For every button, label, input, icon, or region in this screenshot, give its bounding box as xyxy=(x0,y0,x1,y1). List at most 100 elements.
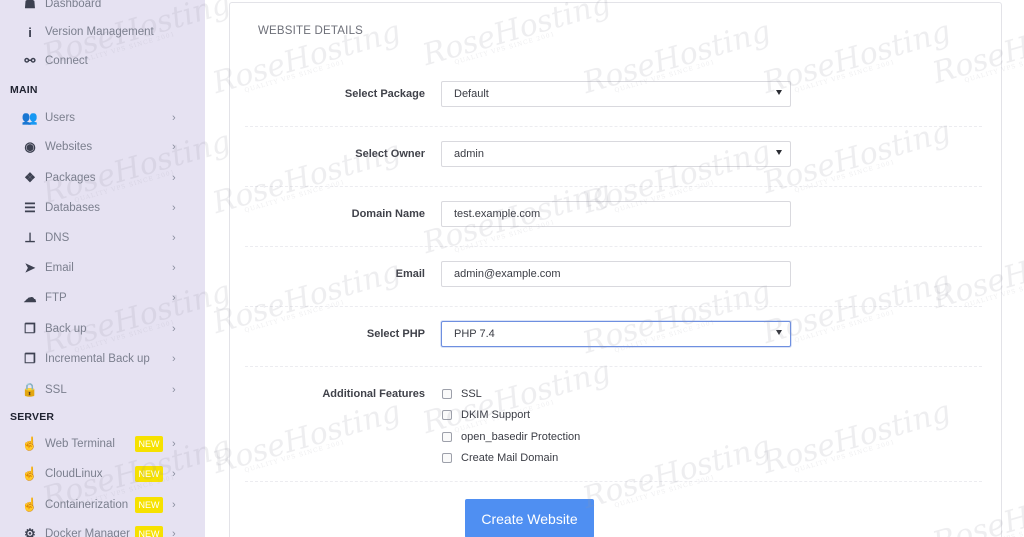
feature-mail-domain[interactable]: Create Mail Domain xyxy=(442,452,558,464)
section-heading-main: MAIN xyxy=(10,84,38,96)
main-content: WEBSITE DETAILS Select Package Default S… xyxy=(205,0,1024,537)
info-icon: i xyxy=(28,24,32,40)
php-label: Select PHP xyxy=(366,328,425,340)
sidebar-item-backup[interactable]: ❐ Back up › xyxy=(0,317,205,341)
sidebar-item-email[interactable]: ➤ Email › xyxy=(0,256,205,280)
sidebar-item-label: DNS xyxy=(45,232,70,244)
sidebar-item-ftp[interactable]: ☁ FTP › xyxy=(0,286,205,310)
sidebar-item-containerization[interactable]: ☝ Containerization NEW › xyxy=(0,493,205,517)
sidebar-item-version-management[interactable]: i Version Management xyxy=(0,20,205,44)
sidebar-item-packages[interactable]: ❖ Packages › xyxy=(0,166,205,190)
chevron-right-icon: › xyxy=(172,232,176,244)
mail-domain-checkbox[interactable] xyxy=(442,453,452,463)
globe-icon: ◉ xyxy=(24,139,36,154)
domain-value: test.example.com xyxy=(454,208,541,220)
features-label: Additional Features xyxy=(322,388,425,400)
sidebar-item-label: Docker Manager xyxy=(45,528,131,537)
package-value: Default xyxy=(454,88,489,100)
ssl-checkbox[interactable] xyxy=(442,389,452,399)
owner-select[interactable]: admin xyxy=(441,141,791,167)
sidebar-item-label: Websites xyxy=(45,141,93,153)
sitemap-icon: ⊥ xyxy=(24,230,36,245)
sidebar-item-websites[interactable]: ◉ Websites › xyxy=(0,135,205,159)
sidebar-item-dashboard[interactable]: ☗ Dashboard xyxy=(0,0,205,16)
sidebar-item-connect[interactable]: ⚯ Connect xyxy=(0,49,205,73)
email-input[interactable]: admin@example.com xyxy=(441,261,791,287)
feature-label: SSL xyxy=(461,388,482,400)
website-details-card: WEBSITE DETAILS Select Package Default S… xyxy=(229,2,1002,537)
sidebar-item-label: Dashboard xyxy=(45,0,102,10)
chevron-right-icon: › xyxy=(172,323,176,335)
sidebar-item-label: SSL xyxy=(45,384,67,396)
open-basedir-checkbox[interactable] xyxy=(442,432,452,442)
sidebar-item-docker-manager[interactable]: ⚙ Docker Manager NEW › xyxy=(0,522,205,537)
sidebar-item-label: Web Terminal xyxy=(45,438,115,450)
cogs-icon: ⚙ xyxy=(24,526,36,537)
sidebar-item-label: Email xyxy=(45,262,74,274)
sidebar-item-label: Users xyxy=(45,112,76,124)
sidebar-item-dns[interactable]: ⊥ DNS › xyxy=(0,226,205,250)
section-heading-server: SERVER xyxy=(10,411,55,423)
php-value: PHP 7.4 xyxy=(454,328,495,340)
sidebar-item-label: FTP xyxy=(45,292,67,304)
hand-pointer-icon: ☝ xyxy=(21,466,39,481)
feature-open-basedir[interactable]: open_basedir Protection xyxy=(442,431,580,443)
chevron-right-icon: › xyxy=(172,262,176,274)
divider xyxy=(245,366,982,367)
divider xyxy=(245,186,982,187)
owner-value: admin xyxy=(454,148,484,160)
chevron-right-icon: › xyxy=(172,384,176,396)
sidebar-item-label: Connect xyxy=(45,55,88,67)
divider xyxy=(245,306,982,307)
feature-label: DKIM Support xyxy=(461,409,531,421)
divider xyxy=(245,481,982,482)
new-badge: NEW xyxy=(135,436,163,452)
chevron-right-icon: › xyxy=(172,438,176,450)
caret-down-icon xyxy=(776,330,782,335)
sidebar-item-label: Version Management xyxy=(45,26,154,38)
chevron-right-icon: › xyxy=(172,292,176,304)
sidebar-item-databases[interactable]: ☰ Databases › xyxy=(0,196,205,220)
create-website-button[interactable]: Create Website xyxy=(465,499,594,537)
sidebar-item-label: CloudLinux xyxy=(45,468,103,480)
feature-ssl[interactable]: SSL xyxy=(442,388,482,400)
feature-dkim[interactable]: DKIM Support xyxy=(442,409,530,421)
sidebar-item-web-terminal[interactable]: ☝ Web Terminal NEW › xyxy=(0,432,205,456)
new-badge: NEW xyxy=(135,466,163,482)
card-title: WEBSITE DETAILS xyxy=(258,25,364,37)
copy-icon: ❐ xyxy=(24,351,36,366)
sidebar-item-ssl[interactable]: 🔒 SSL › xyxy=(0,378,205,402)
caret-down-icon xyxy=(776,90,782,95)
chevron-right-icon: › xyxy=(172,528,176,537)
owner-label: Select Owner xyxy=(355,148,425,160)
lock-icon: 🔒 xyxy=(21,382,39,397)
users-icon: 👥 xyxy=(21,110,39,125)
database-icon: ☰ xyxy=(24,200,36,215)
hand-pointer-icon: ☝ xyxy=(21,436,39,451)
domain-label: Domain Name xyxy=(351,208,425,220)
feature-label: Create Mail Domain xyxy=(461,452,559,464)
email-value: admin@example.com xyxy=(454,268,561,280)
sidebar-item-label: Containerization xyxy=(45,499,129,511)
php-select[interactable]: PHP 7.4 xyxy=(441,321,791,347)
chevron-right-icon: › xyxy=(172,499,176,511)
dashboard-icon: ☗ xyxy=(24,0,36,11)
new-badge: NEW xyxy=(135,497,163,513)
link-icon: ⚯ xyxy=(24,53,36,68)
sidebar-item-incremental-backup[interactable]: ❐ Incremental Back up › xyxy=(0,347,205,371)
sidebar-item-users[interactable]: 👥 Users › xyxy=(0,106,205,130)
email-label: Email xyxy=(395,268,425,280)
dkim-checkbox[interactable] xyxy=(442,410,452,420)
sidebar-item-label: Databases xyxy=(45,202,100,214)
caret-down-icon xyxy=(776,150,782,155)
sidebar-item-label: Back up xyxy=(45,323,87,335)
sidebar-item-cloudlinux[interactable]: ☝ CloudLinux NEW › xyxy=(0,462,205,486)
chevron-right-icon: › xyxy=(172,112,176,124)
domain-input[interactable]: test.example.com xyxy=(441,201,791,227)
divider xyxy=(245,246,982,247)
chevron-right-icon: › xyxy=(172,202,176,214)
sidebar: ☗ Dashboard i Version Management ⚯ Conne… xyxy=(0,0,205,537)
package-select[interactable]: Default xyxy=(441,81,791,107)
package-label: Select Package xyxy=(344,88,425,100)
sidebar-item-label: Incremental Back up xyxy=(45,353,150,365)
